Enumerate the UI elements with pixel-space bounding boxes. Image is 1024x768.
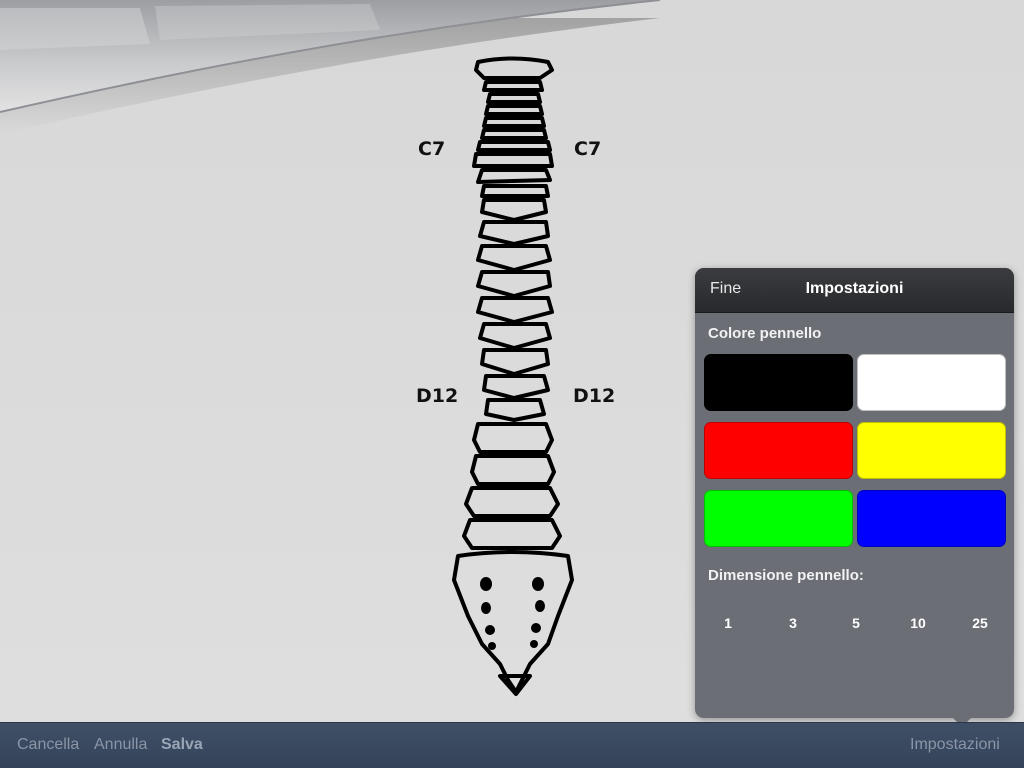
- label-c7-right: C7: [574, 138, 602, 160]
- brush-size-label: Dimensione pennello:: [708, 567, 864, 584]
- brush-size-1[interactable]: 1: [708, 615, 748, 631]
- color-swatch-red[interactable]: [704, 422, 853, 479]
- bottom-toolbar: Cancella Annulla Salva Impostazioni: [0, 722, 1024, 768]
- label-d12-right: D12: [573, 385, 616, 407]
- popover-header: Fine Impostazioni: [695, 268, 1014, 313]
- color-swatch-yellow[interactable]: [857, 422, 1006, 479]
- clear-button[interactable]: Cancella: [17, 736, 79, 754]
- color-swatch-green[interactable]: [704, 490, 853, 547]
- undo-button[interactable]: Annulla: [94, 736, 147, 754]
- brush-color-label: Colore pennello: [708, 325, 822, 342]
- settings-popover: Fine Impostazioni Colore pennello Dimens…: [695, 268, 1014, 718]
- brush-size-3[interactable]: 3: [773, 615, 813, 631]
- brush-size-25[interactable]: 25: [960, 615, 1000, 631]
- color-swatch-white[interactable]: [857, 354, 1006, 411]
- save-button[interactable]: Salva: [161, 736, 203, 754]
- settings-button[interactable]: Impostazioni: [910, 736, 1000, 754]
- label-c7-left: C7: [418, 138, 446, 160]
- color-swatch-black[interactable]: [704, 354, 853, 411]
- label-d12-left: D12: [416, 385, 459, 407]
- app-root: C7 C7 D12 D12 Fine Impostazioni Colore p…: [0, 0, 1024, 768]
- brush-size-5[interactable]: 5: [836, 615, 876, 631]
- brush-size-10[interactable]: 10: [898, 615, 938, 631]
- color-swatch-blue[interactable]: [857, 490, 1006, 547]
- popover-title: Impostazioni: [805, 280, 904, 297]
